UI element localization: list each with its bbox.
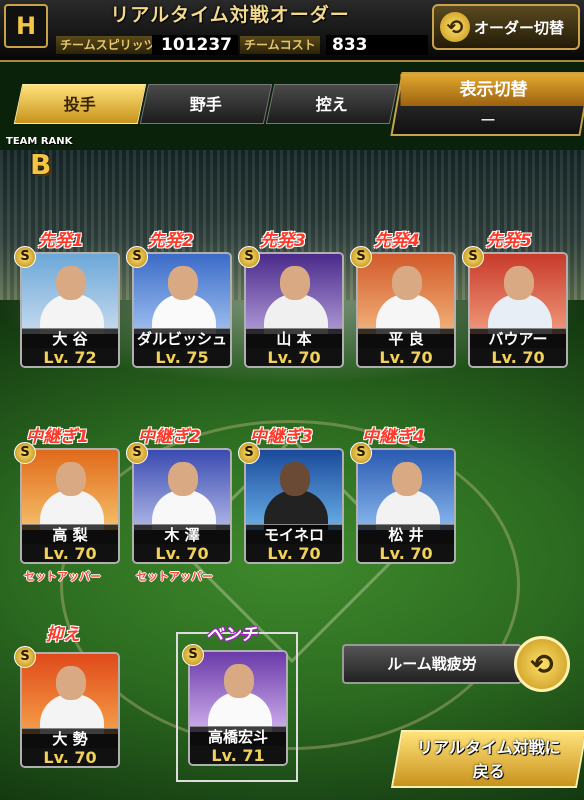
rank-s-badge-icon: S — [126, 442, 148, 464]
player-photo — [358, 450, 454, 530]
cycle-icon: ⟲ — [530, 647, 554, 681]
rank-s-badge-icon: S — [238, 442, 260, 464]
rank-s-badge-icon: S — [126, 246, 148, 268]
display-toggle-label: 表示切替 — [400, 74, 584, 106]
player-photo — [246, 450, 342, 530]
display-toggle-button[interactable]: 表示切替 ー — [390, 72, 584, 136]
player-photo — [22, 254, 118, 334]
player-name: 大 谷 — [22, 328, 118, 349]
return-button-label: リアルタイム対戦に 戻る — [398, 736, 580, 784]
tab-fielder-label: 野手 — [189, 95, 222, 114]
tab-pitcher-label: 投手 — [63, 95, 96, 114]
order-switch-label: オーダー切替 — [474, 18, 565, 37]
rank-s-badge-icon: S — [14, 246, 36, 268]
order-switch-button[interactable]: ⟲ オーダー切替 — [432, 4, 580, 50]
team-spirits-value: 101237 — [152, 35, 238, 55]
rank-s-badge-icon: S — [14, 646, 36, 668]
player-level: Lv. 70 — [358, 348, 454, 366]
player-photo — [190, 652, 286, 732]
player-card[interactable]: ダルビッシュ Lv. 75 — [132, 252, 232, 368]
player-name: 松 井 — [358, 524, 454, 545]
player-level: Lv. 70 — [358, 544, 454, 562]
player-name: 山 本 — [246, 328, 342, 349]
role-bench: ベンチ — [206, 625, 257, 645]
tab-fielder[interactable]: 野手 — [139, 84, 273, 124]
tab-reserve[interactable]: 控え — [265, 84, 399, 124]
player-photo — [134, 254, 230, 334]
rank-s-badge-icon: S — [462, 246, 484, 268]
player-level: Lv. 75 — [134, 348, 230, 366]
player-photo — [246, 254, 342, 334]
player-card[interactable]: 大 勢 Lv. 70 — [20, 652, 120, 768]
rank-s-badge-icon: S — [14, 442, 36, 464]
role-starter-4: 先発4 — [374, 231, 420, 251]
role-starter-1: 先発1 — [38, 231, 84, 251]
role-starter-3: 先発3 — [260, 231, 306, 251]
role-starter-5: 先発5 — [486, 231, 532, 251]
player-name: 平 良 — [358, 328, 454, 349]
player-name: 木 澤 — [134, 524, 230, 545]
display-toggle-value: ー — [479, 111, 497, 130]
role-reliever-2: 中継ぎ2 — [138, 427, 201, 447]
player-card[interactable]: バウアー Lv. 70 — [468, 252, 568, 368]
player-card[interactable]: 高橋宏斗 Lv. 71 — [188, 650, 288, 766]
player-photo — [22, 654, 118, 734]
player-photo — [22, 450, 118, 530]
player-card[interactable]: 高 梨 Lv. 70 — [20, 448, 120, 564]
player-card[interactable]: 大 谷 Lv. 72 — [20, 252, 120, 368]
role-closer: 抑え — [46, 625, 80, 645]
room-fatigue-label: ルーム戦疲労 — [342, 644, 522, 684]
player-photo — [470, 254, 566, 334]
player-level: Lv. 70 — [246, 348, 342, 366]
player-photo — [134, 450, 230, 530]
player-level: Lv. 70 — [470, 348, 566, 366]
team-rank-label: TEAM RANK — [6, 136, 73, 147]
rank-s-badge-icon: S — [182, 644, 204, 666]
player-level: Lv. 70 — [246, 544, 342, 562]
role-reliever-4: 中継ぎ4 — [362, 427, 425, 447]
player-name: 大 勢 — [22, 728, 118, 749]
player-card[interactable]: モイネロ Lv. 70 — [244, 448, 344, 564]
player-name: ダルビッシュ — [134, 328, 230, 349]
team-cost-value: 833 — [326, 35, 428, 55]
player-level: Lv. 70 — [134, 544, 230, 562]
player-level: Lv. 71 — [190, 746, 286, 764]
team-rank-value: B — [30, 148, 52, 181]
return-line-1: リアルタイム対戦に — [417, 738, 561, 757]
player-card[interactable]: 平 良 Lv. 70 — [356, 252, 456, 368]
rank-s-badge-icon: S — [238, 246, 260, 268]
player-name: バウアー — [470, 328, 566, 349]
cycle-icon: ⟲ — [440, 12, 470, 42]
team-logo-icon: H — [4, 4, 48, 48]
player-level: Lv. 72 — [22, 348, 118, 366]
header-bar: H リアルタイム対戦オーダー チームスピリッツ 101237 チームコスト 83… — [0, 0, 584, 62]
rank-s-badge-icon: S — [350, 442, 372, 464]
role-reliever-3: 中継ぎ3 — [250, 427, 313, 447]
player-card[interactable]: 松 井 Lv. 70 — [356, 448, 456, 564]
role-subtitle: セットアッパー — [24, 570, 101, 583]
player-card[interactable]: 山 本 Lv. 70 — [244, 252, 344, 368]
return-to-realtime-button[interactable]: リアルタイム対戦に 戻る — [390, 730, 584, 788]
tab-reserve-label: 控え — [315, 95, 348, 114]
role-starter-2: 先発2 — [148, 231, 194, 251]
player-card[interactable]: 木 澤 Lv. 70 — [132, 448, 232, 564]
team-cost-label: チームコスト — [240, 36, 320, 54]
rank-s-badge-icon: S — [350, 246, 372, 268]
player-name: 高 梨 — [22, 524, 118, 545]
player-name: モイネロ — [246, 524, 342, 545]
room-fatigue-toggle-button[interactable]: ⟲ — [514, 636, 570, 692]
tab-pitcher[interactable]: 投手 — [13, 84, 147, 124]
team-spirits-label: チームスピリッツ — [56, 36, 160, 54]
player-level: Lv. 70 — [22, 544, 118, 562]
role-reliever-1: 中継ぎ1 — [26, 427, 89, 447]
player-photo — [358, 254, 454, 334]
role-subtitle: セットアッパー — [136, 570, 213, 583]
page-title: リアルタイム対戦オーダー — [110, 4, 350, 26]
player-level: Lv. 70 — [22, 748, 118, 766]
player-name: 高橋宏斗 — [190, 726, 286, 747]
return-line-2: 戻る — [472, 762, 505, 781]
